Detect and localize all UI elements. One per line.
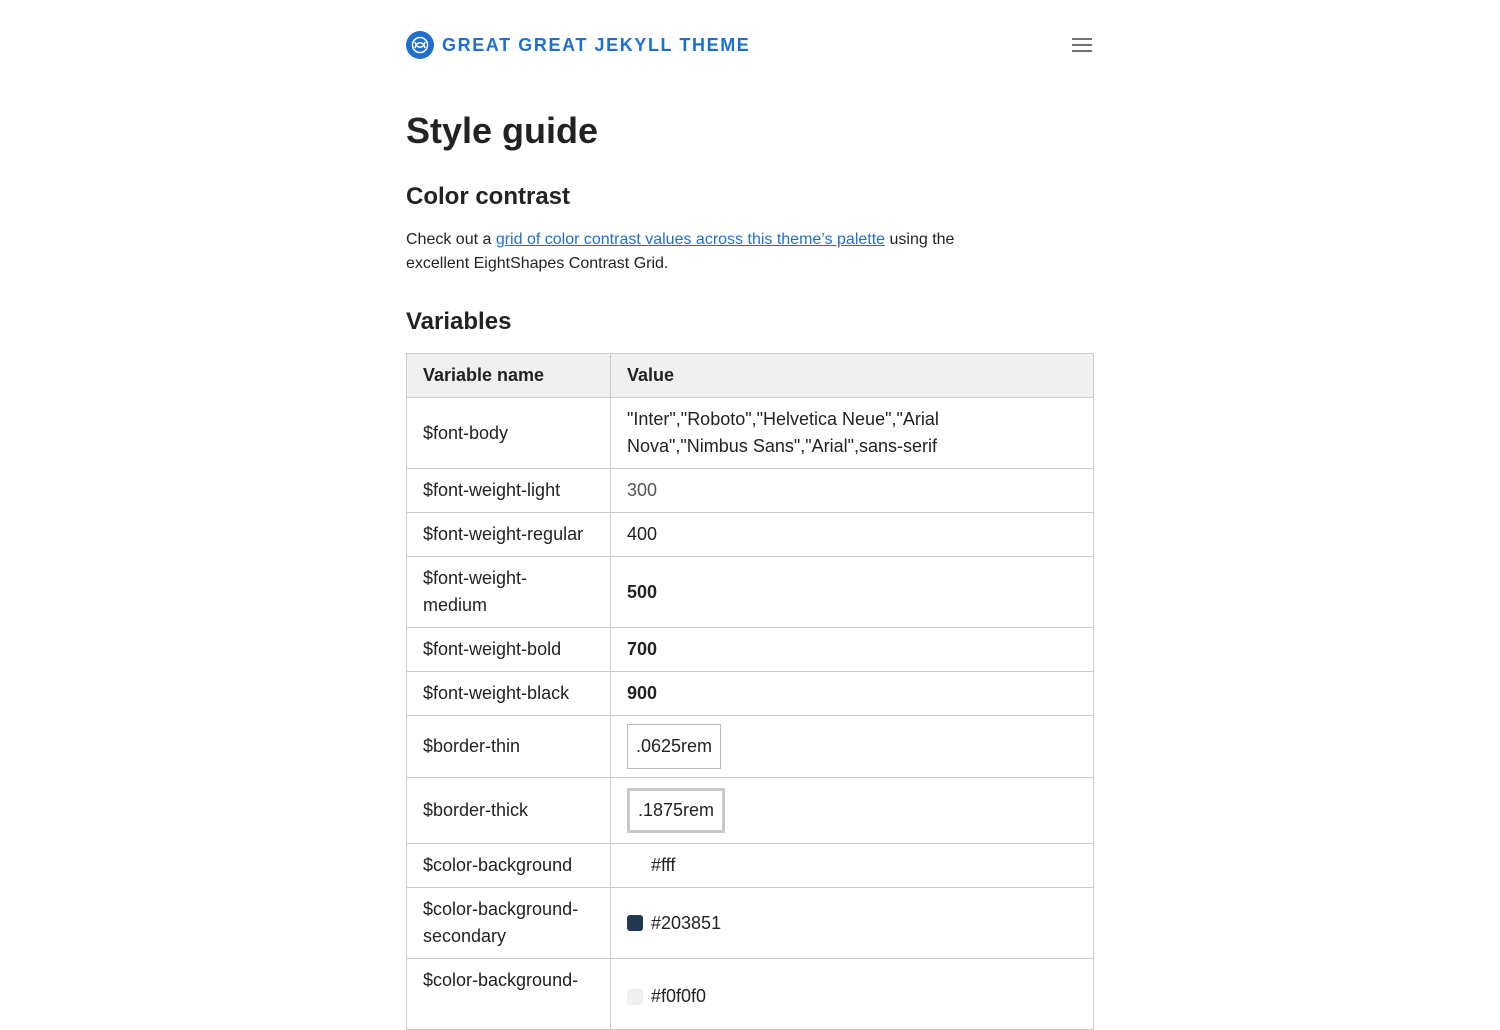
- variable-name-cell: $font-weight-black: [406, 671, 611, 716]
- variable-value-cell: 400: [610, 512, 1094, 557]
- variable-value-cell: .1875rem: [610, 777, 1094, 844]
- variables-heading: Variables: [406, 308, 512, 335]
- variable-name-cell: $font-weight-bold: [406, 627, 611, 672]
- table-row: $border-thick .1875rem: [406, 777, 1094, 844]
- variable-value-cell: 900: [610, 671, 1094, 716]
- contrast-grid-link[interactable]: grid of color contrast values across thi…: [496, 231, 885, 248]
- variable-value-cell: .0625rem: [610, 715, 1094, 778]
- color-value: #203851: [651, 912, 722, 933]
- table-row: $font-weight-regular 400: [406, 512, 1094, 557]
- site-title: GREAT GREAT JEKYLL THEME: [442, 34, 751, 55]
- table-row: $font-weight-black 900: [406, 671, 1094, 716]
- variable-name-cell: $border-thick: [406, 777, 611, 844]
- color-swatch: [627, 988, 643, 1005]
- variable-value-cell: 500: [610, 556, 1094, 628]
- table-header-row: Variable name Value: [406, 353, 1094, 398]
- table-row: $font-body "Inter","Roboto","Helvetica N…: [406, 397, 1094, 469]
- variable-name-cell: $color-background-: [406, 958, 611, 1030]
- page-title: Style guide: [406, 110, 599, 151]
- variable-name-cell: $font-body: [406, 397, 611, 469]
- table-row: $color-background-secondary #203851: [406, 887, 1094, 959]
- column-header-variable-name: Variable name: [406, 353, 611, 398]
- table-row: $font-weight-medium 500: [406, 556, 1094, 628]
- color-contrast-paragraph: Check out a grid of color contrast value…: [406, 228, 986, 276]
- color-contrast-heading: Color contrast: [406, 183, 571, 210]
- variable-value-cell: #203851: [610, 887, 1094, 959]
- site-header: GREAT GREAT JEKYLL THEME: [406, 31, 1094, 61]
- menu-button[interactable]: [1070, 34, 1094, 56]
- variable-name-cell: $font-weight-regular: [406, 512, 611, 557]
- column-header-value: Value: [610, 353, 1094, 398]
- table-row: $font-weight-light 300: [406, 468, 1094, 513]
- color-swatch: [627, 915, 643, 931]
- variable-value-cell: #fff: [610, 843, 1094, 888]
- border-thick-sample: .1875rem: [627, 788, 726, 833]
- variable-value-cell: "Inter","Roboto","Helvetica Neue","Arial…: [610, 397, 1094, 469]
- color-value: #f0f0f0: [651, 986, 707, 1006]
- variable-name-cell: $color-background: [406, 843, 611, 888]
- table-row: $color-background- #f0f0f0: [406, 958, 1094, 1030]
- pretzel-logo-icon: [406, 31, 434, 59]
- variable-value-cell: 300: [610, 468, 1094, 513]
- home-link[interactable]: GREAT GREAT JEKYLL THEME: [406, 31, 1094, 59]
- color-swatch: [627, 857, 643, 874]
- table-row: $border-thin .0625rem: [406, 715, 1094, 778]
- border-thin-sample: .0625rem: [627, 724, 722, 769]
- color-value: #fff: [651, 855, 676, 875]
- variable-value-cell: 700: [610, 627, 1094, 672]
- variable-name-cell: $border-thin: [406, 715, 611, 778]
- table-row: $color-background #fff: [406, 843, 1094, 888]
- variable-name-cell: $font-weight-medium: [406, 556, 611, 628]
- intro-text-before: Check out a: [406, 231, 496, 248]
- table-row: $font-weight-bold 700: [406, 627, 1094, 672]
- variable-name-cell: $color-background-secondary: [406, 887, 611, 959]
- variable-value-cell: #f0f0f0: [610, 958, 1094, 1030]
- variables-table: Variable name Value $font-body "Inter","…: [406, 353, 1094, 1030]
- variable-name-cell: $font-weight-light: [406, 468, 611, 513]
- hamburger-menu-icon: [1072, 38, 1092, 52]
